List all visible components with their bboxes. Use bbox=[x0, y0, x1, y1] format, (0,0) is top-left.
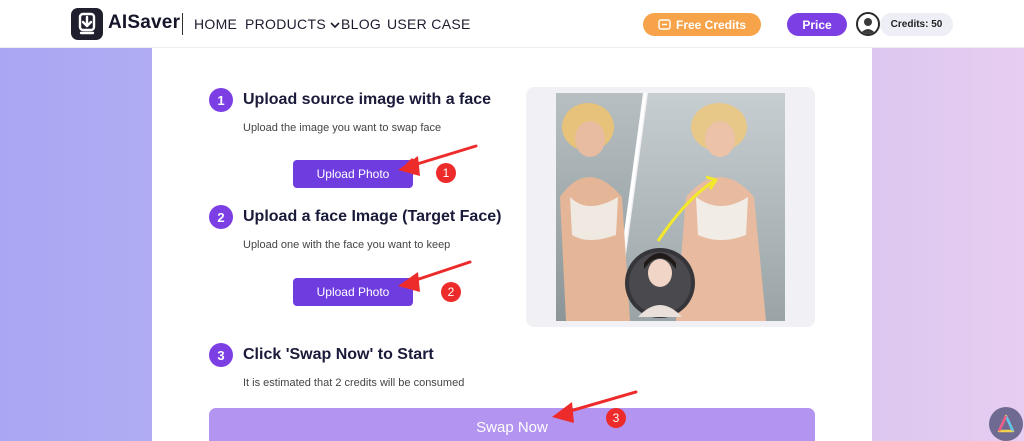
annotation-badge-1: 1 bbox=[436, 163, 456, 183]
brand-logo-icon[interactable] bbox=[71, 8, 103, 40]
brand-name[interactable]: AISaver bbox=[108, 12, 180, 34]
step-3-number: 3 bbox=[209, 343, 233, 367]
free-credits-button[interactable]: Free Credits bbox=[643, 13, 761, 36]
step-2-description: Upload one with the face you want to kee… bbox=[243, 239, 451, 251]
example-preview-box bbox=[526, 87, 815, 327]
step-2-title: Upload a face Image (Target Face) bbox=[243, 208, 502, 225]
price-button[interactable]: Price bbox=[787, 13, 847, 36]
upload-source-photo-button[interactable]: Upload Photo bbox=[293, 160, 413, 188]
step-3-description: It is estimated that 2 credits will be c… bbox=[243, 377, 465, 389]
user-avatar[interactable] bbox=[856, 12, 880, 36]
step-1-title: Upload source image with a face bbox=[243, 91, 492, 108]
step-1-description: Upload the image you want to swap face bbox=[243, 122, 442, 134]
coin-icon bbox=[658, 19, 671, 30]
annotation-badge-3: 3 bbox=[606, 408, 626, 428]
nav-products-label: PRODUCTS bbox=[245, 16, 326, 32]
step-3-title: Click 'Swap Now' to Start bbox=[243, 346, 434, 363]
floating-assistant-button[interactable] bbox=[989, 407, 1023, 441]
nav-user-case[interactable]: USER CASE bbox=[387, 16, 471, 32]
upload-target-face-button[interactable]: Upload Photo bbox=[293, 278, 413, 306]
brand-divider bbox=[182, 13, 183, 35]
step-1-number: 1 bbox=[209, 88, 233, 112]
nav-products[interactable]: PRODUCTS bbox=[245, 16, 340, 32]
nav-home[interactable]: HOME bbox=[194, 16, 237, 32]
free-credits-label: Free Credits bbox=[675, 17, 747, 32]
chevron-down-icon bbox=[330, 22, 340, 28]
credits-badge: Credits: 50 bbox=[880, 13, 953, 36]
face-swap-example-image bbox=[556, 92, 785, 322]
nav-blog[interactable]: BLOG bbox=[341, 16, 381, 32]
annotation-badge-2: 2 bbox=[441, 282, 461, 302]
swap-now-button[interactable]: Swap Now bbox=[209, 408, 815, 441]
top-nav-bar: AISaver HOME PRODUCTS BLOG USER CASE Fre… bbox=[0, 0, 1024, 48]
assistant-icon bbox=[997, 414, 1015, 433]
step-2-number: 2 bbox=[209, 205, 233, 229]
